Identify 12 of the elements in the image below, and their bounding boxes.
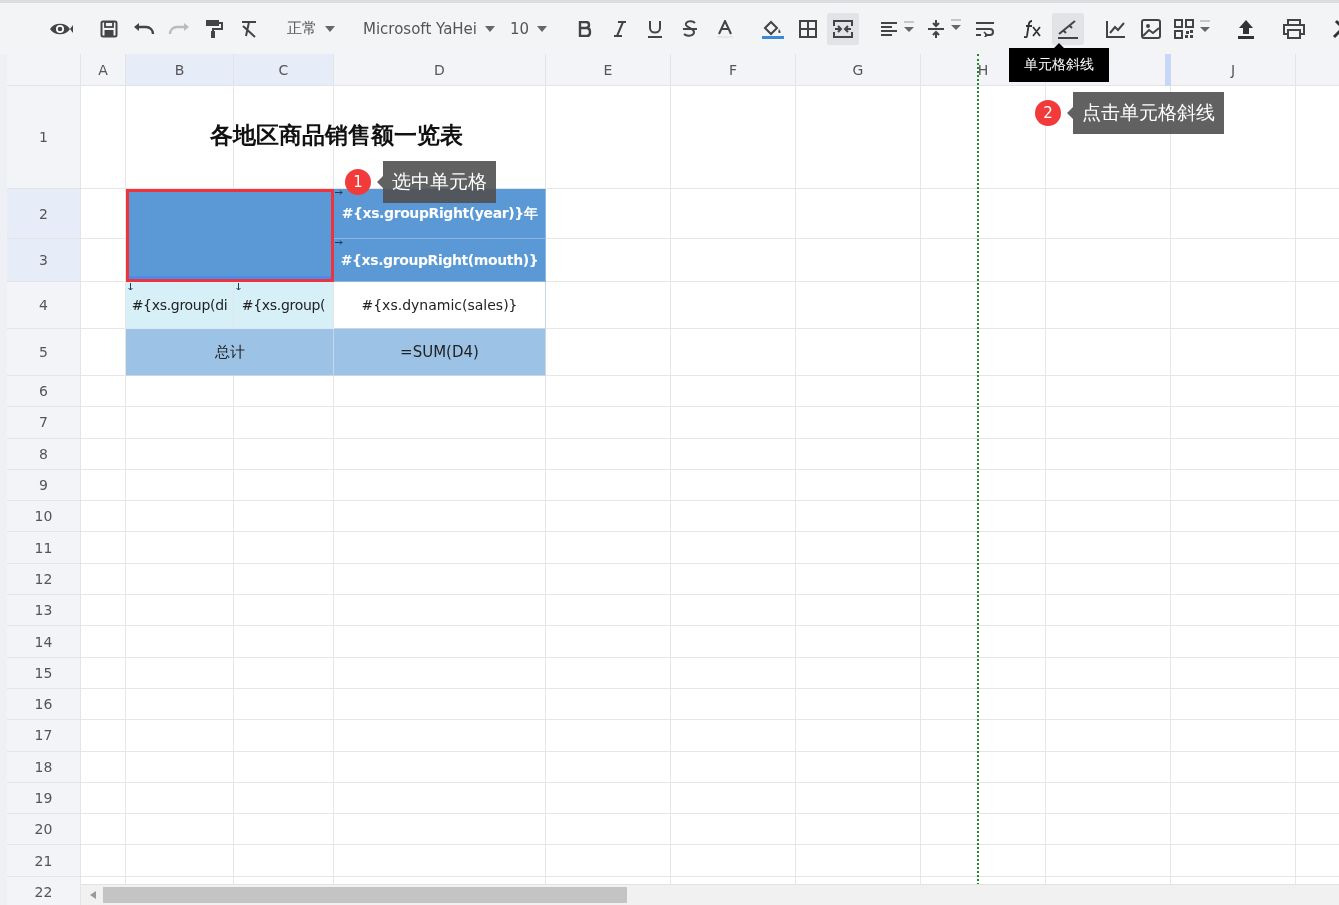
callout-bubble: 点击单元格斜线 (1067, 92, 1224, 134)
step-number-badge: 2 (1035, 100, 1061, 126)
step-number-badge: 1 (345, 169, 371, 195)
cell-text: #{xs.dynamic(sales)} (361, 297, 518, 313)
callout-bubble: 选中单元格 (377, 161, 496, 203)
cell-text: #{xs.group( (241, 297, 326, 313)
cell-text: #{xs.groupRight(mouth)} (340, 252, 539, 268)
sheet-title: 各地区商品销售额一览表 (209, 121, 463, 150)
cell-text: #{xs.groupRight(year)}年 (341, 204, 538, 223)
cell-text: =SUM(D4) (400, 343, 479, 361)
cell-text: 总计 (214, 342, 245, 362)
cell-text: #{xs.group(di (131, 297, 228, 313)
